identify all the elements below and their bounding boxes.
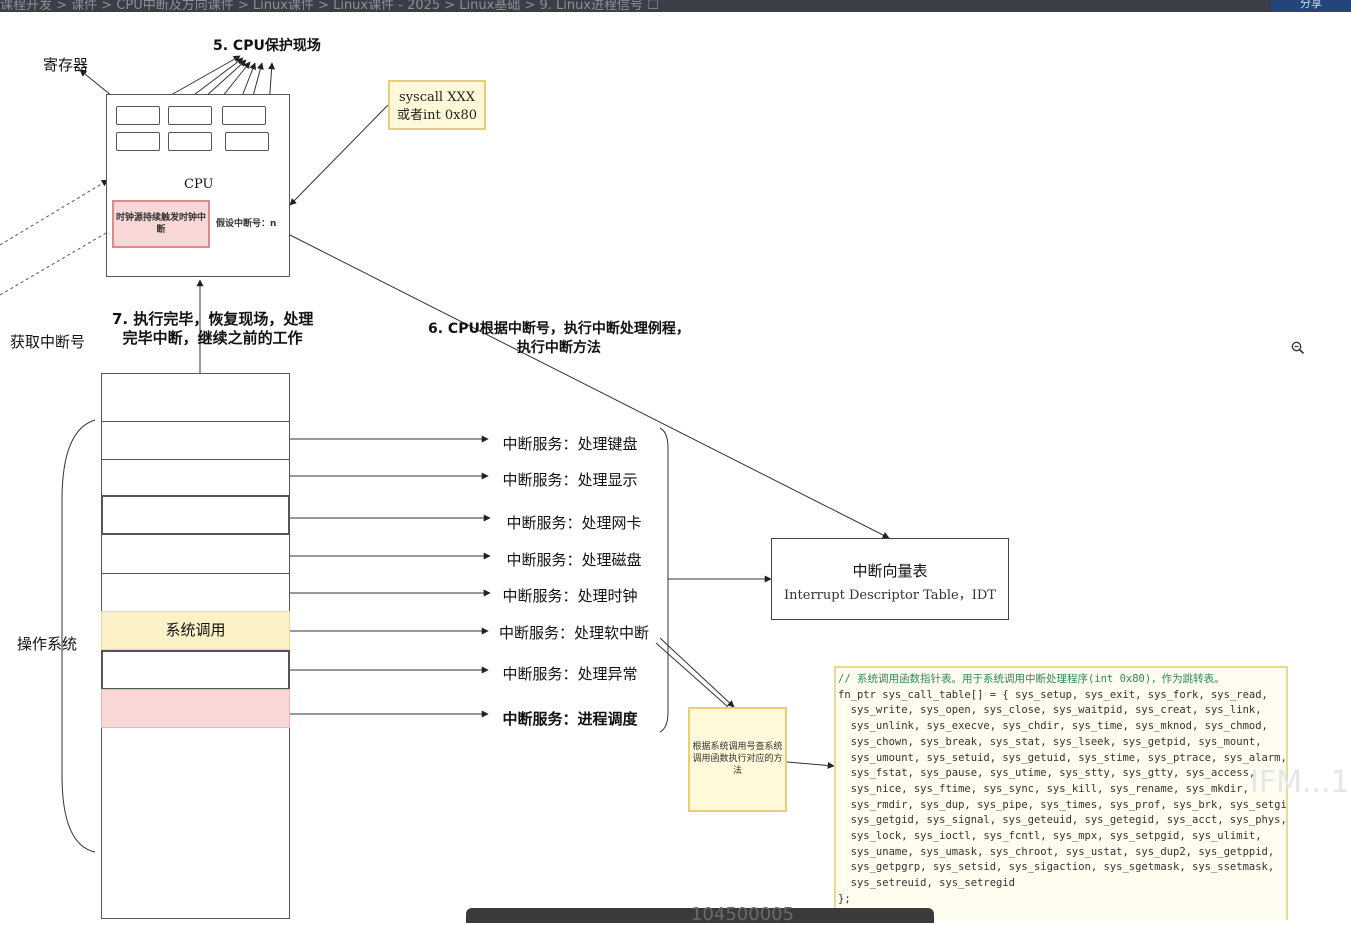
service-exception: 中断服务：处理异常 [502,665,638,683]
code-line: }; [838,892,851,905]
syscall-box: syscall XXX 或者int 0x80 [388,80,486,130]
stack-slot [101,573,290,612]
interrupt-number-label: 假设中断号：n [216,219,277,229]
syscall-slot: 系统调用 [101,611,290,650]
operating-system-label: 操作系统 [17,635,78,653]
code-line: sys_chown, sys_break, sys_stat, sys_lsee… [838,735,1262,748]
service-arrows [272,435,491,718]
service-disk: 中断服务：处理磁盘 [506,551,642,569]
register-cell [116,132,160,151]
register-cell [225,132,269,151]
code-line: sys_umount, sys_setuid, sys_getuid, sys_… [838,751,1287,764]
get-interrupt-number-label: 获取中断号 [10,333,86,351]
service-scheduling: 中断服务：进程调度 [502,710,638,728]
idt-subtitle: Interrupt Descriptor Table，IDT [784,588,996,603]
service-clock: 中断服务：处理时钟 [502,587,638,605]
stack-slot [101,421,290,460]
register-cell [222,106,266,125]
stack-slot [101,459,290,496]
step7-line2: 完毕中断，继续之前的工作 [122,329,303,347]
code-line: sys_nice, sys_ftime, sys_sync, sys_kill,… [838,782,1249,795]
code-line: sys_lock, sys_ioctl, sys_fcntl, sys_mpx,… [838,830,1262,843]
syscall-lookup-box: 根据系统调用号查系统调用函数执行对应的方法 [688,707,787,812]
step7-label: 7. 执行完毕，恢复现场，处理 完毕中断，继续之前的工作 [112,310,313,348]
code-line: sys_rmdir, sys_dup, sys_pipe, sys_times,… [838,798,1288,811]
code-line: sys_unlink, sys_execve, sys_chdir, sys_t… [838,720,1268,733]
step7-line1: 7. 执行完毕，恢复现场，处理 [112,310,314,328]
register-cell [168,132,212,151]
code-line: sys_getpgrp, sys_setsid, sys_sigaction, … [838,861,1275,874]
code-line: sys_getgid, sys_signal, sys_geteuid, sys… [838,814,1287,827]
syscall-line2: 或者int 0x80 [396,108,478,123]
syscall-line1: syscall XXX [399,90,475,105]
idt-title: 中断向量表 [852,562,928,580]
scheduling-slot [101,689,290,728]
register-label: 寄存器 [43,56,89,74]
syscall-table-code: // 系统调用函数指针表。用于系统调用中断处理程序(int 0x80)，作为跳转… [834,666,1288,920]
service-network: 中断服务：处理网卡 [506,514,642,532]
bottom-bar-text: 104500005 [691,904,795,925]
idt-box: 中断向量表 Interrupt Descriptor Table，IDT [771,538,1009,620]
register-cell [168,106,212,125]
code-comment: // 系统调用函数指针表。用于系统调用中断处理程序(int 0x80)，作为跳转… [838,673,1225,685]
zoom-icon[interactable] [1291,341,1305,355]
service-keyboard: 中断服务：处理键盘 [502,435,638,453]
service-soft-interrupt: 中断服务：处理软中断 [498,624,649,642]
code-line: sys_uname, sys_umask, sys_chroot, sys_us… [838,845,1275,858]
step6-line1: 6. CPU根据中断号，执行中断处理例程， [428,321,690,337]
clock-source-box: 时钟源持续触发时钟中断 [112,200,210,248]
step6-label: 6. CPU根据中断号，执行中断处理例程， 执行中断方法 [428,320,690,358]
code-line: sys_write, sys_open, sys_close, sys_wait… [838,704,1262,717]
code-line: fn_ptr sys_call_table[] = { sys_setup, s… [838,688,1268,701]
stack-slot [101,650,290,690]
watermark-text: IFM...18 [1250,765,1351,800]
video-control-bar[interactable]: 104500005 [466,904,934,925]
code-line: sys_fstat, sys_pause, sys_utime, sys_stt… [838,767,1256,780]
stack-slot [101,495,290,535]
step5-label: 5. CPU保护现场 [213,38,321,54]
syscall-slot-label: 系统调用 [165,621,226,639]
cpu-label: CPU [184,177,214,192]
step6-line2: 执行中断方法 [516,340,601,356]
service-display: 中断服务：处理显示 [502,471,638,489]
code-line: sys_setreuid, sys_setregid [838,877,1016,890]
register-cell [116,106,160,125]
stack-slot [101,534,290,574]
